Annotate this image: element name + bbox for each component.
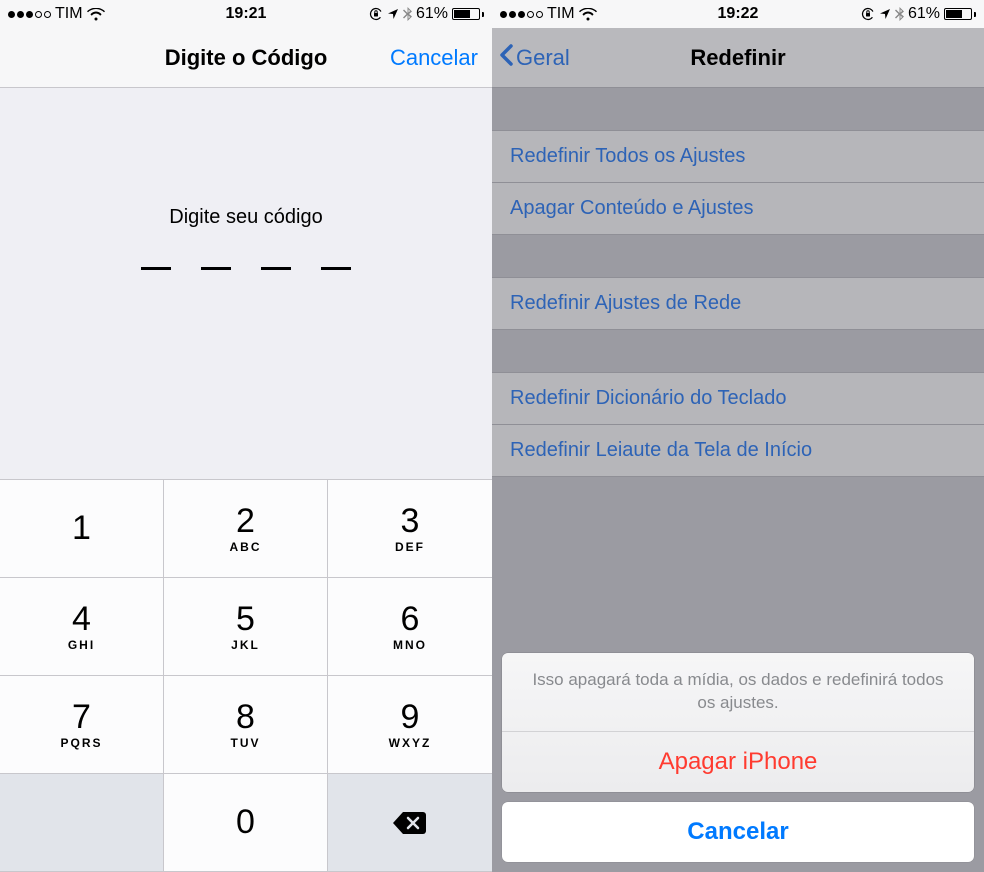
signal-strength-icon	[500, 11, 543, 18]
location-icon	[879, 8, 891, 20]
keypad-8[interactable]: 8TUV	[164, 676, 328, 774]
chevron-left-icon	[498, 43, 516, 73]
battery-pct-label: 61%	[908, 5, 940, 23]
reset-network-row[interactable]: Redefinir Ajustes de Rede	[492, 277, 984, 330]
reset-home-layout-row[interactable]: Redefinir Leiaute da Tela de Início	[492, 425, 984, 477]
keypad-2[interactable]: 2ABC	[164, 480, 328, 578]
erase-iphone-button[interactable]: Apagar iPhone	[502, 732, 974, 792]
passcode-input	[141, 267, 351, 270]
keypad-3[interactable]: 3DEF	[328, 480, 492, 578]
action-sheet-cancel-button[interactable]: Cancelar	[502, 802, 974, 862]
keypad-1[interactable]: 1	[0, 480, 164, 578]
status-bar: TIM 19:22 61%	[492, 0, 984, 28]
back-label: Geral	[516, 45, 570, 71]
battery-pct-label: 61%	[416, 5, 448, 23]
reset-keyboard-dict-row[interactable]: Redefinir Dicionário do Teclado	[492, 372, 984, 425]
nav-title: Digite o Código	[165, 45, 328, 71]
action-sheet-message: Isso apagará toda a mídia, os dados e re…	[502, 653, 974, 732]
wifi-icon	[87, 8, 105, 21]
location-icon	[387, 8, 399, 20]
nav-header: Digite o Código Cancelar	[0, 28, 492, 88]
numeric-keypad: 1 2ABC 3DEF 4GHI 5JKL 6MNO 7PQRS 8TUV 9W…	[0, 479, 492, 872]
orientation-lock-icon	[861, 7, 875, 21]
phone-passcode: TIM 19:21 61% Digite o Código Cancelar	[0, 0, 492, 872]
phone-reset-settings: TIM 19:22 61% Geral	[492, 0, 984, 872]
status-bar: TIM 19:21 61%	[0, 0, 492, 28]
keypad-7[interactable]: 7PQRS	[0, 676, 164, 774]
carrier-label: TIM	[547, 5, 575, 23]
keypad-0[interactable]: 0	[164, 774, 328, 872]
passcode-prompt: Digite seu código	[169, 206, 322, 229]
erase-content-row[interactable]: Apagar Conteúdo e Ajustes	[492, 183, 984, 235]
keypad-blank	[0, 774, 164, 872]
keypad-9[interactable]: 9WXYZ	[328, 676, 492, 774]
battery-icon	[944, 8, 976, 20]
nav-header: Geral Redefinir	[492, 28, 984, 88]
backspace-icon	[392, 810, 428, 836]
passcode-area: Digite seu código	[0, 88, 492, 479]
bluetooth-icon	[403, 7, 412, 21]
action-sheet: Isso apagará toda a mídia, os dados e re…	[492, 643, 984, 872]
bluetooth-icon	[895, 7, 904, 21]
keypad-6[interactable]: 6MNO	[328, 578, 492, 676]
keypad-4[interactable]: 4GHI	[0, 578, 164, 676]
cancel-button[interactable]: Cancelar	[390, 45, 478, 71]
settings-list: Redefinir Todos os Ajustes Apagar Conteú…	[492, 130, 984, 477]
wifi-icon	[579, 8, 597, 21]
battery-icon	[452, 8, 484, 20]
nav-title: Redefinir	[690, 45, 785, 71]
orientation-lock-icon	[369, 7, 383, 21]
signal-strength-icon	[8, 11, 51, 18]
carrier-label: TIM	[55, 5, 83, 23]
reset-all-settings-row[interactable]: Redefinir Todos os Ajustes	[492, 130, 984, 183]
back-button[interactable]: Geral	[498, 43, 570, 73]
keypad-backspace[interactable]	[328, 774, 492, 872]
keypad-5[interactable]: 5JKL	[164, 578, 328, 676]
